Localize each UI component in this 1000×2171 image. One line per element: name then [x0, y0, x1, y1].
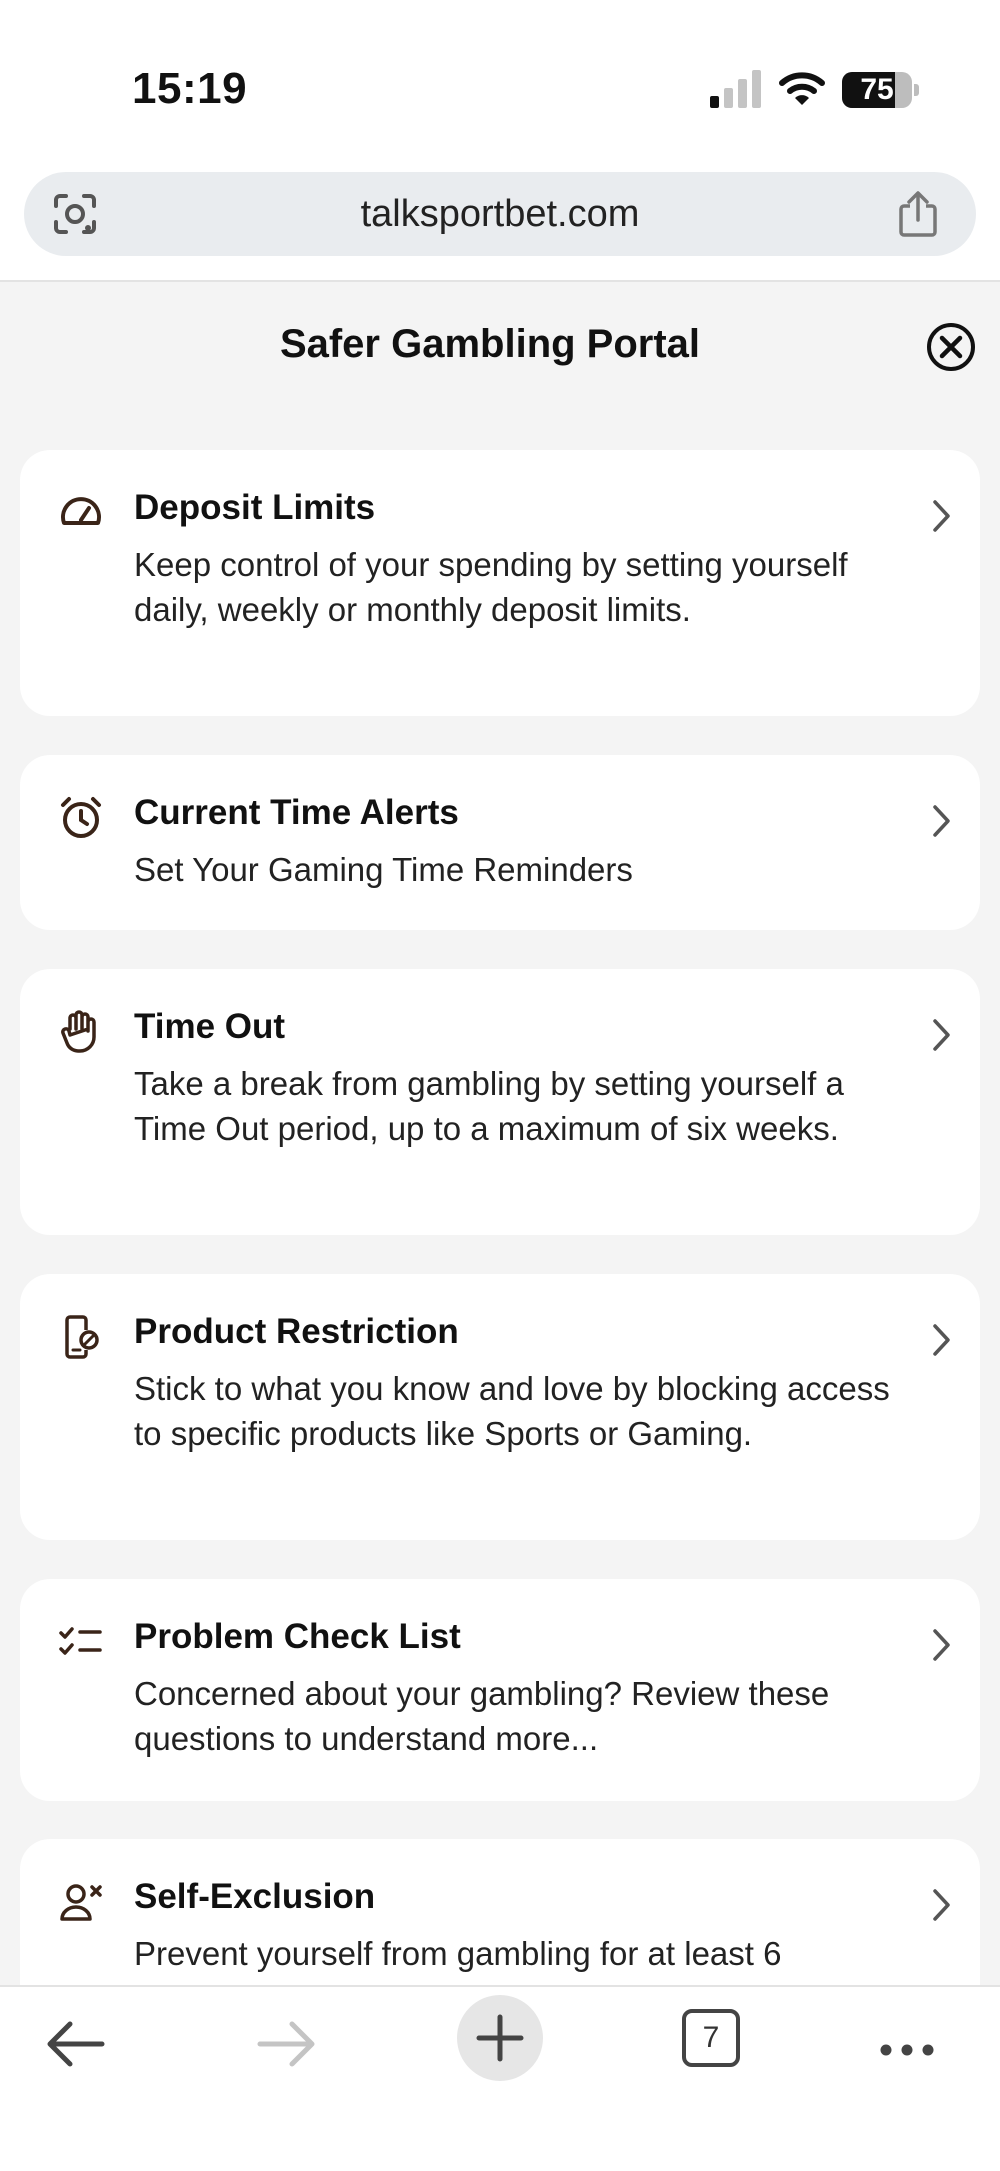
portal-item-description: Set Your Gaming Time Reminders	[134, 851, 633, 888]
tab-count: 7	[702, 2021, 720, 2054]
portal-item-product-restriction[interactable]: Product Restriction Stick to what you kn…	[20, 1274, 980, 1540]
back-arrow-icon[interactable]	[30, 1999, 120, 2089]
portal-item-title: Current Time Alerts	[134, 793, 459, 832]
status-bar: 15:19 75	[0, 0, 1000, 160]
more-dots-icon[interactable]	[862, 1999, 952, 2089]
portal-item-description: Stick to what you know and love by block…	[134, 1370, 890, 1452]
portal-item-problem-check-list[interactable]: Problem Check List Concerned about your …	[20, 1579, 980, 1801]
browser-toolbar: 7	[0, 1985, 1000, 2171]
address-bar[interactable]: talksportbet.com	[24, 172, 976, 256]
status-time: 15:19	[132, 64, 248, 113]
close-circle-icon[interactable]	[926, 322, 976, 372]
safer-gambling-portal: Safer Gambling Portal Deposit Limits Kee…	[0, 282, 1000, 1985]
wifi-icon	[779, 72, 825, 105]
portal-item-description: Concerned about your gambling? Review th…	[134, 1675, 830, 1757]
hand-stop-icon	[61, 1010, 96, 1053]
forward-arrow-icon[interactable]	[242, 1999, 332, 2089]
portal-item-time-out[interactable]: Time Out Take a break from gambling by s…	[20, 969, 980, 1235]
battery-icon: 75	[842, 72, 920, 108]
portal-item-current-time-alerts[interactable]: Current Time Alerts Set Your Gaming Time…	[20, 755, 980, 930]
portal-item-description: Take a break from gambling by setting yo…	[134, 1065, 844, 1147]
portal-item-title: Time Out	[134, 1007, 286, 1046]
checklist-icon	[59, 1627, 102, 1655]
tabs-icon[interactable]: 7	[682, 2009, 740, 2067]
new-tab-button[interactable]	[457, 1995, 543, 2081]
portal-item-title: Deposit Limits	[134, 488, 376, 527]
chevron-right-icon	[933, 500, 950, 532]
portal-item-title: Self-Exclusion	[134, 1877, 376, 1916]
chevron-right-icon	[933, 1629, 950, 1661]
chevron-right-icon	[933, 1889, 950, 1921]
portal-item-description: Prevent yourself from gambling for at le…	[134, 1935, 782, 1972]
chevron-right-icon	[933, 1324, 950, 1356]
chevron-right-icon	[933, 1019, 950, 1051]
url-text[interactable]: talksportbet.com	[24, 172, 976, 256]
chevron-right-icon	[933, 805, 950, 837]
portal-title: Safer Gambling Portal	[279, 322, 701, 366]
portal-item-deposit-limits[interactable]: Deposit Limits Keep control of your spen…	[20, 450, 980, 716]
user-remove-icon	[60, 1884, 102, 1921]
portal-item-self-exclusion[interactable]: Self-Exclusion Prevent yourself from gam…	[20, 1839, 980, 1985]
battery-level: 75	[860, 73, 894, 106]
cellular-signal-icon	[710, 70, 761, 108]
portal-item-description: Keep control of your spending by setting…	[134, 546, 848, 628]
portal-item-title: Problem Check List	[134, 1617, 461, 1656]
alarm-clock-icon	[61, 797, 101, 838]
portal-item-title: Product Restriction	[134, 1312, 459, 1351]
speedometer-icon	[61, 497, 101, 525]
new-tab-plus-icon	[476, 2014, 524, 2062]
share-icon[interactable]	[896, 190, 940, 238]
phone-blocked-icon	[65, 1315, 99, 1359]
